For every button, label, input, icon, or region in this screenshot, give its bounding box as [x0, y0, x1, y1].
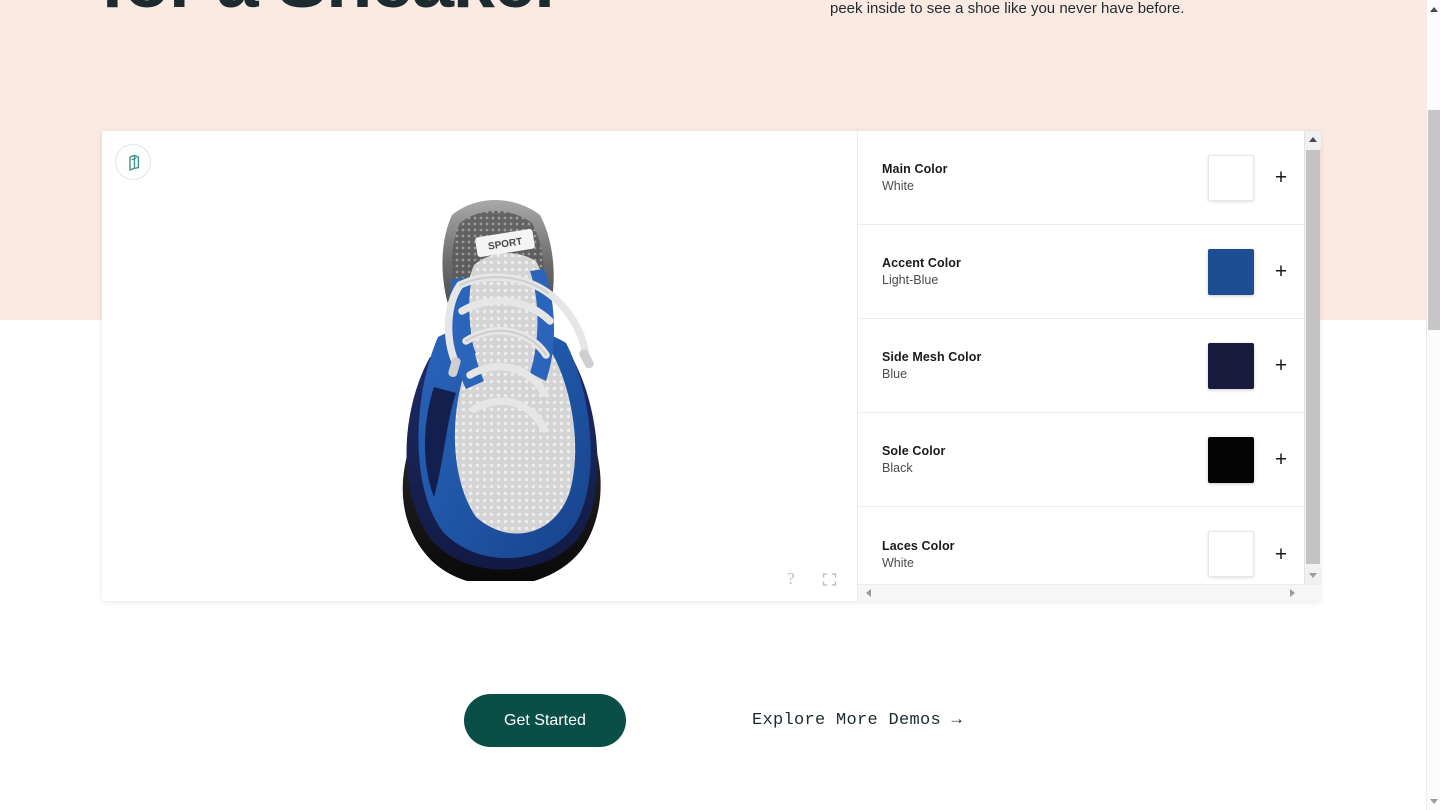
option-row-sole-color[interactable]: Sole Color Black +: [858, 413, 1308, 507]
option-title: Side Mesh Color: [882, 350, 982, 364]
explore-more-demos-link[interactable]: Explore More Demos →: [752, 711, 962, 730]
panel-vertical-scrollbar[interactable]: [1304, 131, 1321, 584]
scrollbar-thumb-vertical[interactable]: [1306, 150, 1320, 564]
option-row-laces-color[interactable]: Laces Color White +: [858, 507, 1308, 584]
color-swatch[interactable]: [1208, 531, 1254, 577]
option-value: White: [882, 555, 914, 570]
color-swatch[interactable]: [1208, 342, 1254, 389]
option-text: Accent Color Light-Blue: [882, 256, 1208, 287]
sneaker-3d-model[interactable]: SPORT: [334, 161, 634, 581]
option-title: Laces Color: [882, 538, 955, 553]
help-icon[interactable]: ?: [781, 569, 801, 589]
page-title: for a Sneaker: [100, 0, 564, 26]
option-row-main-color[interactable]: Main Color White +: [858, 131, 1308, 225]
option-text: Laces Color White: [882, 539, 1208, 570]
page-scrollbar-thumb[interactable]: [1428, 110, 1440, 330]
cube-logo-icon: [128, 154, 139, 171]
scroll-left-icon[interactable]: [860, 585, 877, 601]
brand-badge[interactable]: [115, 144, 151, 180]
hero-subtext: peek inside to see a shoe like you never…: [830, 0, 1185, 17]
option-text: Sole Color Black: [882, 444, 1208, 475]
product-viewer[interactable]: SPORT ?: [102, 131, 857, 601]
get-started-button[interactable]: Get Started: [463, 694, 626, 747]
option-value: Light-Blue: [882, 273, 939, 287]
option-row-accent-color[interactable]: Accent Color Light-Blue +: [858, 225, 1308, 319]
page-root: for a Sneaker peek inside to see a shoe …: [0, 0, 1440, 810]
option-title: Accent Color: [882, 256, 961, 270]
color-swatch[interactable]: [1208, 436, 1254, 483]
color-swatch[interactable]: [1208, 248, 1254, 295]
option-title: Sole Color: [882, 444, 946, 458]
options-list: Main Color White + Accent Color Light-Bl…: [858, 131, 1308, 584]
product-configurator: SPORT ? Main Color White + Accent Color …: [102, 131, 1321, 601]
page-scroll-up-icon[interactable]: [1427, 2, 1440, 16]
scroll-right-icon[interactable]: [1284, 585, 1301, 601]
color-swatch[interactable]: [1208, 154, 1254, 201]
option-row-side-mesh-color[interactable]: Side Mesh Color Blue +: [858, 319, 1308, 413]
page-scroll-down-icon[interactable]: [1427, 794, 1440, 808]
scroll-down-icon[interactable]: [1305, 567, 1321, 584]
option-title: Main Color: [882, 162, 948, 176]
option-value: White: [882, 179, 914, 193]
option-text: Main Color White: [882, 162, 1208, 193]
option-value: Blue: [882, 367, 908, 381]
viewer-tools: ?: [781, 569, 839, 589]
page-scrollbar[interactable]: [1426, 0, 1440, 810]
add-color-button[interactable]: +: [1254, 355, 1308, 376]
cta-row: Get Started Explore More Demos →: [0, 694, 1426, 747]
add-color-button[interactable]: +: [1254, 261, 1308, 282]
panel-horizontal-scrollbar[interactable]: [858, 584, 1321, 601]
add-color-button[interactable]: +: [1254, 544, 1308, 565]
scroll-up-icon[interactable]: [1305, 131, 1321, 148]
fullscreen-icon[interactable]: [819, 569, 839, 589]
option-value: Black: [882, 461, 913, 475]
add-color-button[interactable]: +: [1254, 167, 1308, 188]
options-panel: Main Color White + Accent Color Light-Bl…: [857, 131, 1321, 601]
option-text: Side Mesh Color Blue: [882, 350, 1208, 381]
add-color-button[interactable]: +: [1254, 449, 1308, 470]
